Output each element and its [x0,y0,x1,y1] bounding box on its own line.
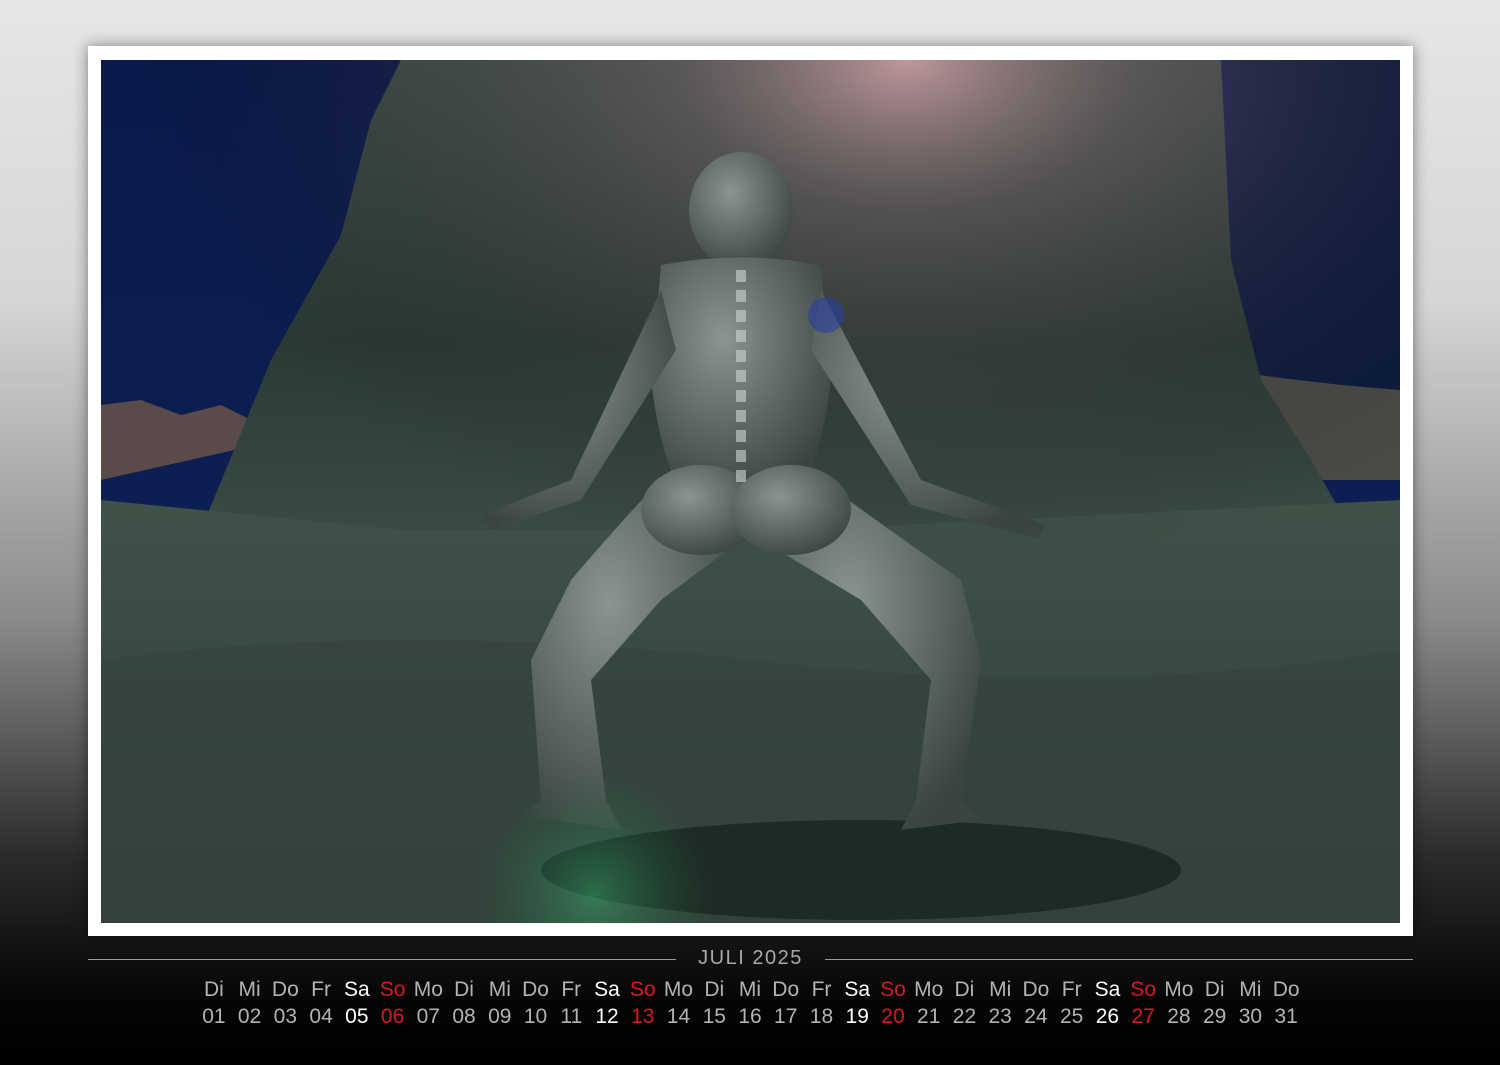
weekday-label: Di [704,978,725,1001]
weekday-label: Mi [1239,978,1262,1001]
weekday-label: Di [1204,978,1225,1001]
date-number: 21 [917,1005,941,1028]
weekday-label: So [1130,978,1156,1001]
photo-illustration [101,60,1400,923]
date-number: 06 [380,1005,405,1028]
date-number: 07 [416,1005,440,1028]
weekday-label: Di [454,978,474,1001]
weekday-label: Mi [738,978,762,1001]
weekday-label: Sa [594,978,620,1001]
date-number: 08 [452,1005,476,1028]
weekday-label: So [629,978,656,1001]
weekday-label: So [880,978,906,1001]
weekday-label: Do [1022,978,1050,1001]
date-number: 30 [1238,1005,1263,1028]
calendar-days: Di Mi Do Fr Sa So Mo Di Mi Do Fr Sa So Mo Di Mi Do Fr Sa So… [196,976,1304,1030]
weekday-label: So [379,978,406,1001]
weekday-label: Fr [311,978,331,1001]
date-number: 28 [1167,1005,1191,1028]
date-number: 04 [309,1005,333,1028]
calendar-photo [101,60,1400,923]
date-number: 15 [702,1005,726,1028]
date-number: 14 [666,1005,691,1028]
weekday-label: Mi [989,978,1012,1001]
weekday-label: Mi [238,978,261,1001]
date-number: 26 [1095,1005,1120,1028]
date-number: 31 [1274,1005,1298,1028]
date-number: 12 [595,1005,619,1028]
weekday-label: Fr [811,978,832,1001]
date-number: 18 [809,1005,834,1028]
date-number: 20 [881,1005,905,1028]
caption-rule-right [825,959,1413,960]
date-number: 01 [202,1005,226,1028]
date-number: 25 [1059,1005,1084,1028]
weekday-label: Fr [561,978,582,1001]
date-number: 23 [988,1005,1012,1028]
weekday-label: Do [1272,978,1300,1001]
date-number: 09 [488,1005,512,1028]
weekday-label: Di [954,978,975,1001]
weekday-label: Mo [663,978,694,1001]
date-number: 03 [273,1005,298,1028]
weekday-label: Mo [914,978,944,1001]
weekday-label: Sa [1094,978,1121,1001]
month-caption: JULI 2025 [88,946,1413,972]
weekday-label: Fr [1061,978,1082,1001]
date-number: 11 [560,1005,583,1028]
date-number: 02 [237,1005,262,1028]
date-number: 29 [1202,1005,1227,1028]
date-number: 27 [1131,1005,1155,1028]
weekday-label: Do [522,978,549,1001]
date-number: 22 [952,1005,977,1028]
date-number: 17 [774,1005,798,1028]
weekday-label: Mo [1164,978,1194,1001]
date-number: 10 [523,1005,548,1028]
weekday-label: Sa [343,978,370,1001]
date-number: 16 [738,1005,762,1028]
date-number: 24 [1024,1005,1048,1028]
weekday-label: Do [271,978,299,1001]
weekday-label: Mo [413,978,443,1001]
weekday-label: Do [772,978,800,1001]
photo-frame [88,46,1413,936]
weekday-label: Sa [844,978,871,1001]
date-number: 13 [631,1005,655,1028]
weekday-label: Mi [488,978,511,1001]
date-number: 05 [345,1005,369,1028]
date-number: 19 [845,1005,869,1028]
weekday-label: Di [203,978,224,1001]
